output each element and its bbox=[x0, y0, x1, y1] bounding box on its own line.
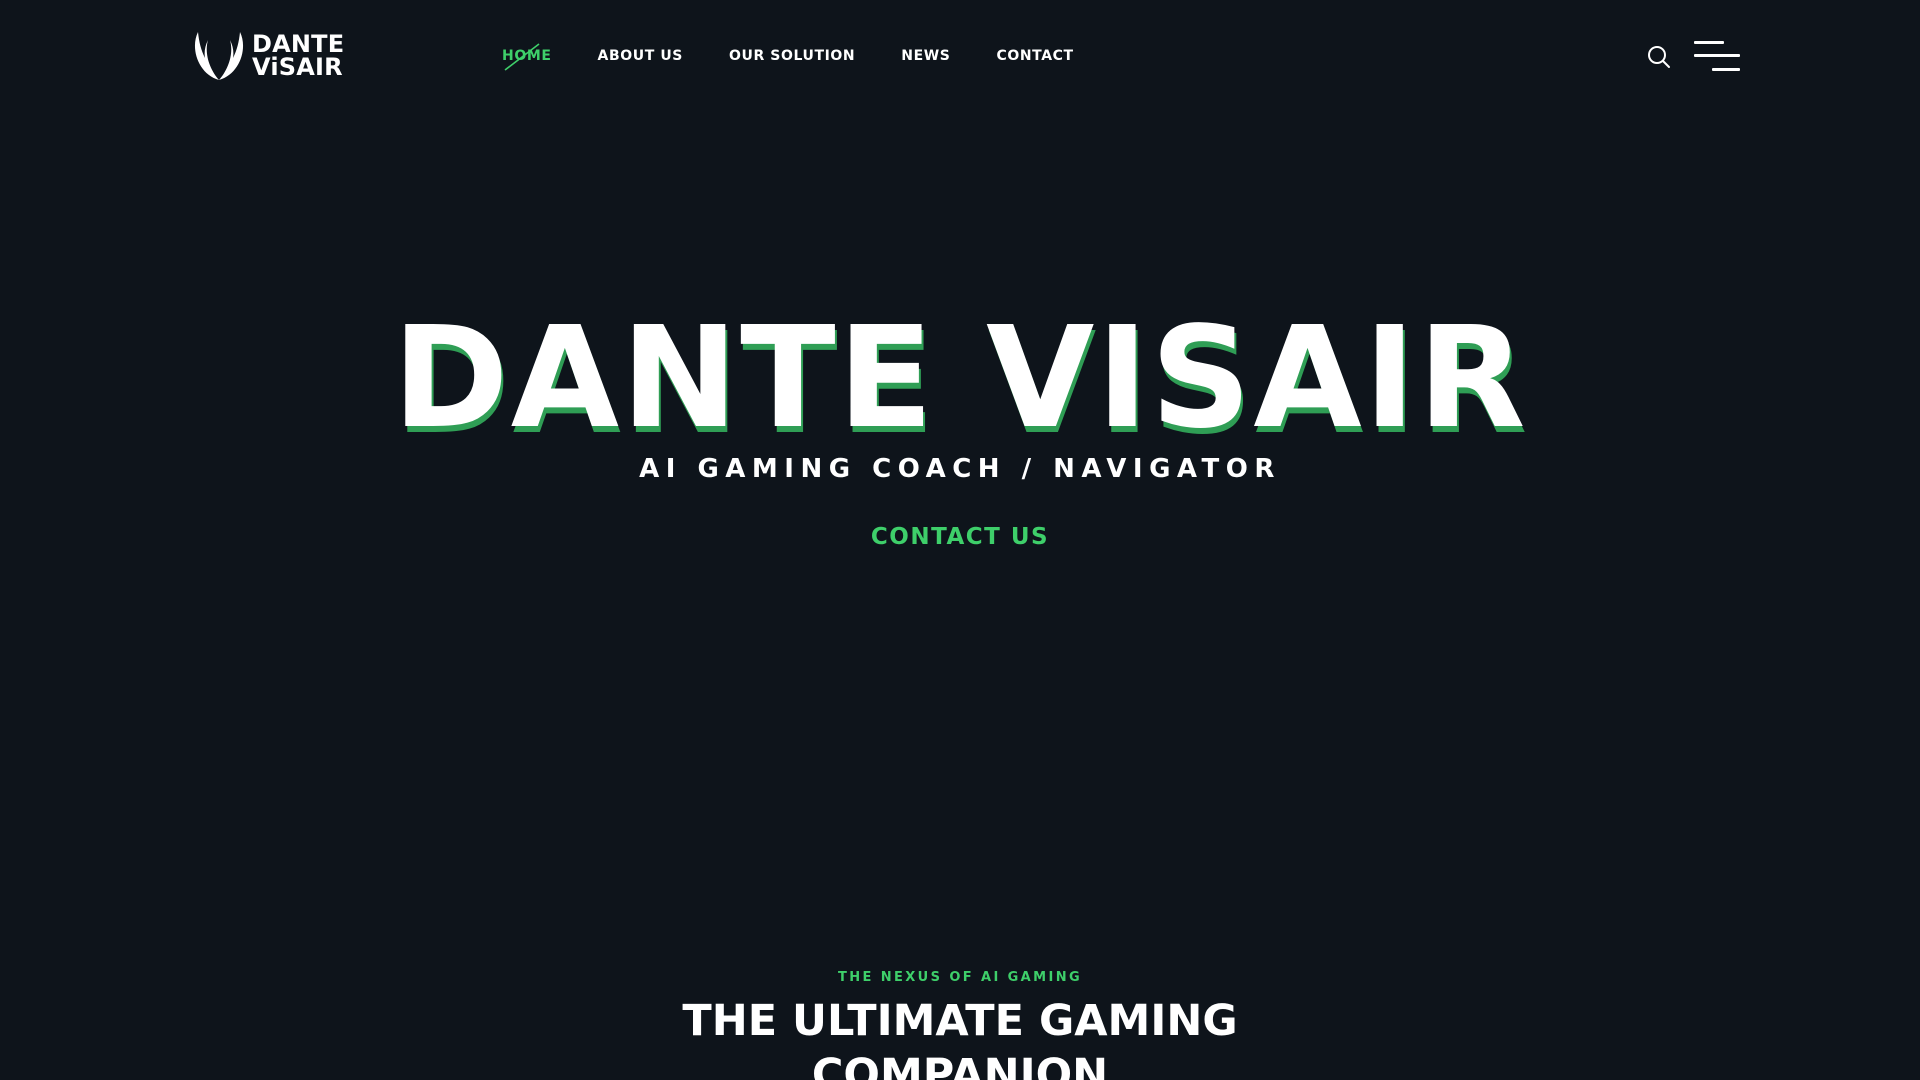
nav-item-home[interactable]: HOME bbox=[502, 46, 552, 66]
section-heading-line-2: COMPANION bbox=[811, 1050, 1109, 1080]
nav-item-contact[interactable]: CONTACT bbox=[996, 46, 1073, 66]
hero-title: DANTE VISAIR DANTE VISAIR bbox=[0, 300, 1920, 440]
logo-line-2: ViSAIR bbox=[252, 53, 343, 81]
hamburger-menu-icon[interactable] bbox=[1694, 40, 1740, 72]
menu-line bbox=[1712, 68, 1740, 71]
search-icon[interactable] bbox=[1646, 44, 1672, 70]
main-nav: HOME ABOUT US OUR SOLUTION NEWS CONTACT bbox=[502, 46, 1120, 66]
hero-cta-wrapper: CONTACT US bbox=[0, 524, 1920, 550]
section-heading: THE ULTIMATE GAMING COMPANION bbox=[0, 994, 1920, 1080]
site-header: DANTE ViSAIR HOME ABOUT US OUR SOLUTION … bbox=[0, 0, 1920, 112]
site-logo[interactable]: DANTE ViSAIR bbox=[192, 30, 344, 82]
menu-line bbox=[1694, 41, 1724, 44]
page: DANTE ViSAIR HOME ABOUT US OUR SOLUTION … bbox=[0, 0, 1920, 1080]
contact-us-button[interactable]: CONTACT US bbox=[871, 524, 1049, 550]
hero-title-text: DANTE VISAIR bbox=[392, 300, 1527, 440]
nav-item-news[interactable]: NEWS bbox=[901, 46, 950, 66]
section-heading-line-1: THE ULTIMATE GAMING bbox=[682, 996, 1238, 1046]
hero-subtitle: AI GAMING COACH / NAVIGATOR bbox=[639, 454, 1281, 484]
horns-logo-icon bbox=[194, 32, 244, 80]
logo-wordmark: DANTE ViSAIR bbox=[252, 32, 344, 81]
menu-line bbox=[1694, 54, 1740, 57]
section-eyebrow: THE NEXUS OF AI GAMING bbox=[837, 970, 1083, 985]
nav-item-about-us[interactable]: ABOUT US bbox=[598, 46, 683, 66]
nav-item-our-solution[interactable]: OUR SOLUTION bbox=[729, 46, 855, 66]
hero-title-graphic: DANTE VISAIR DANTE VISAIR bbox=[392, 300, 1527, 440]
